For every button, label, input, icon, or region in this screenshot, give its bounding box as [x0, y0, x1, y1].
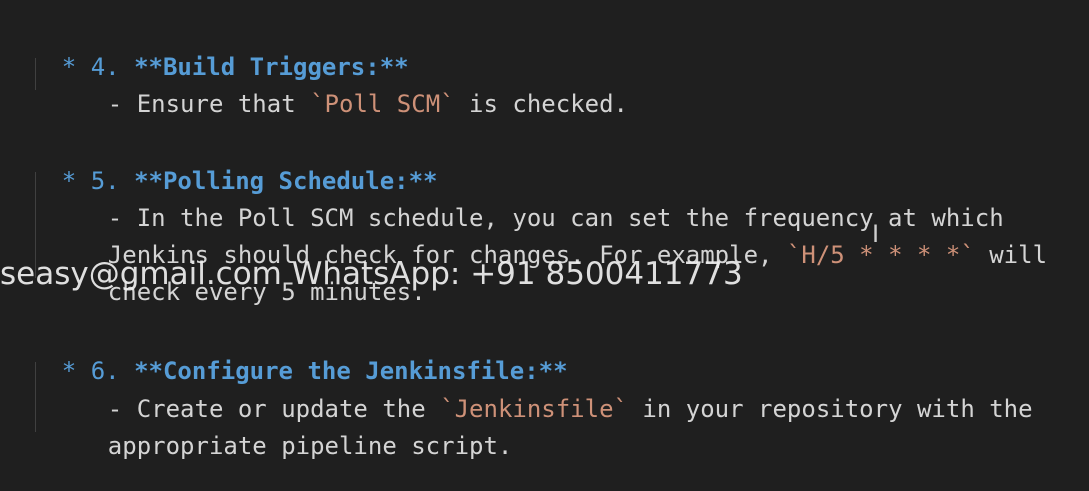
list-item-heading-5: * 5. **Polling Schedule:**: [4, 136, 438, 195]
line-text: will: [974, 241, 1048, 269]
line-text: - Ensure that: [107, 90, 311, 118]
line-text: is checked.: [454, 90, 628, 118]
watermark-text: seasy@gmail.com WhatsApp: +91 8500411773: [0, 256, 743, 292]
item-body-line: - Ensure that `Poll SCM` is checked.: [50, 59, 628, 118]
item-body-line: appropriate pipeline script.: [50, 401, 513, 460]
item-body-line: - In the Poll SCM schedule, you can set …: [50, 173, 1004, 232]
inline-code: `Poll SCM`: [310, 90, 455, 118]
list-item-heading-6: * 6. **Configure the Jenkinsfile:**: [4, 326, 568, 385]
text-cursor-icon: I: [872, 220, 880, 248]
list-item-heading-4: * 4. **Build Triggers:**: [4, 22, 409, 81]
indent-guide: [35, 58, 36, 90]
item-body-line: - Create or update the `Jenkinsfile` in …: [50, 364, 1033, 423]
markdown-editor[interactable]: * 4. **Build Triggers:** - Ensure that `…: [0, 0, 1089, 475]
indent-guide: [35, 362, 36, 432]
line-text: in your repository with the: [627, 395, 1033, 423]
line-text: appropriate pipeline script.: [107, 432, 513, 460]
item-body-line: Jenkins should check for changes. For ex…: [50, 210, 1047, 269]
